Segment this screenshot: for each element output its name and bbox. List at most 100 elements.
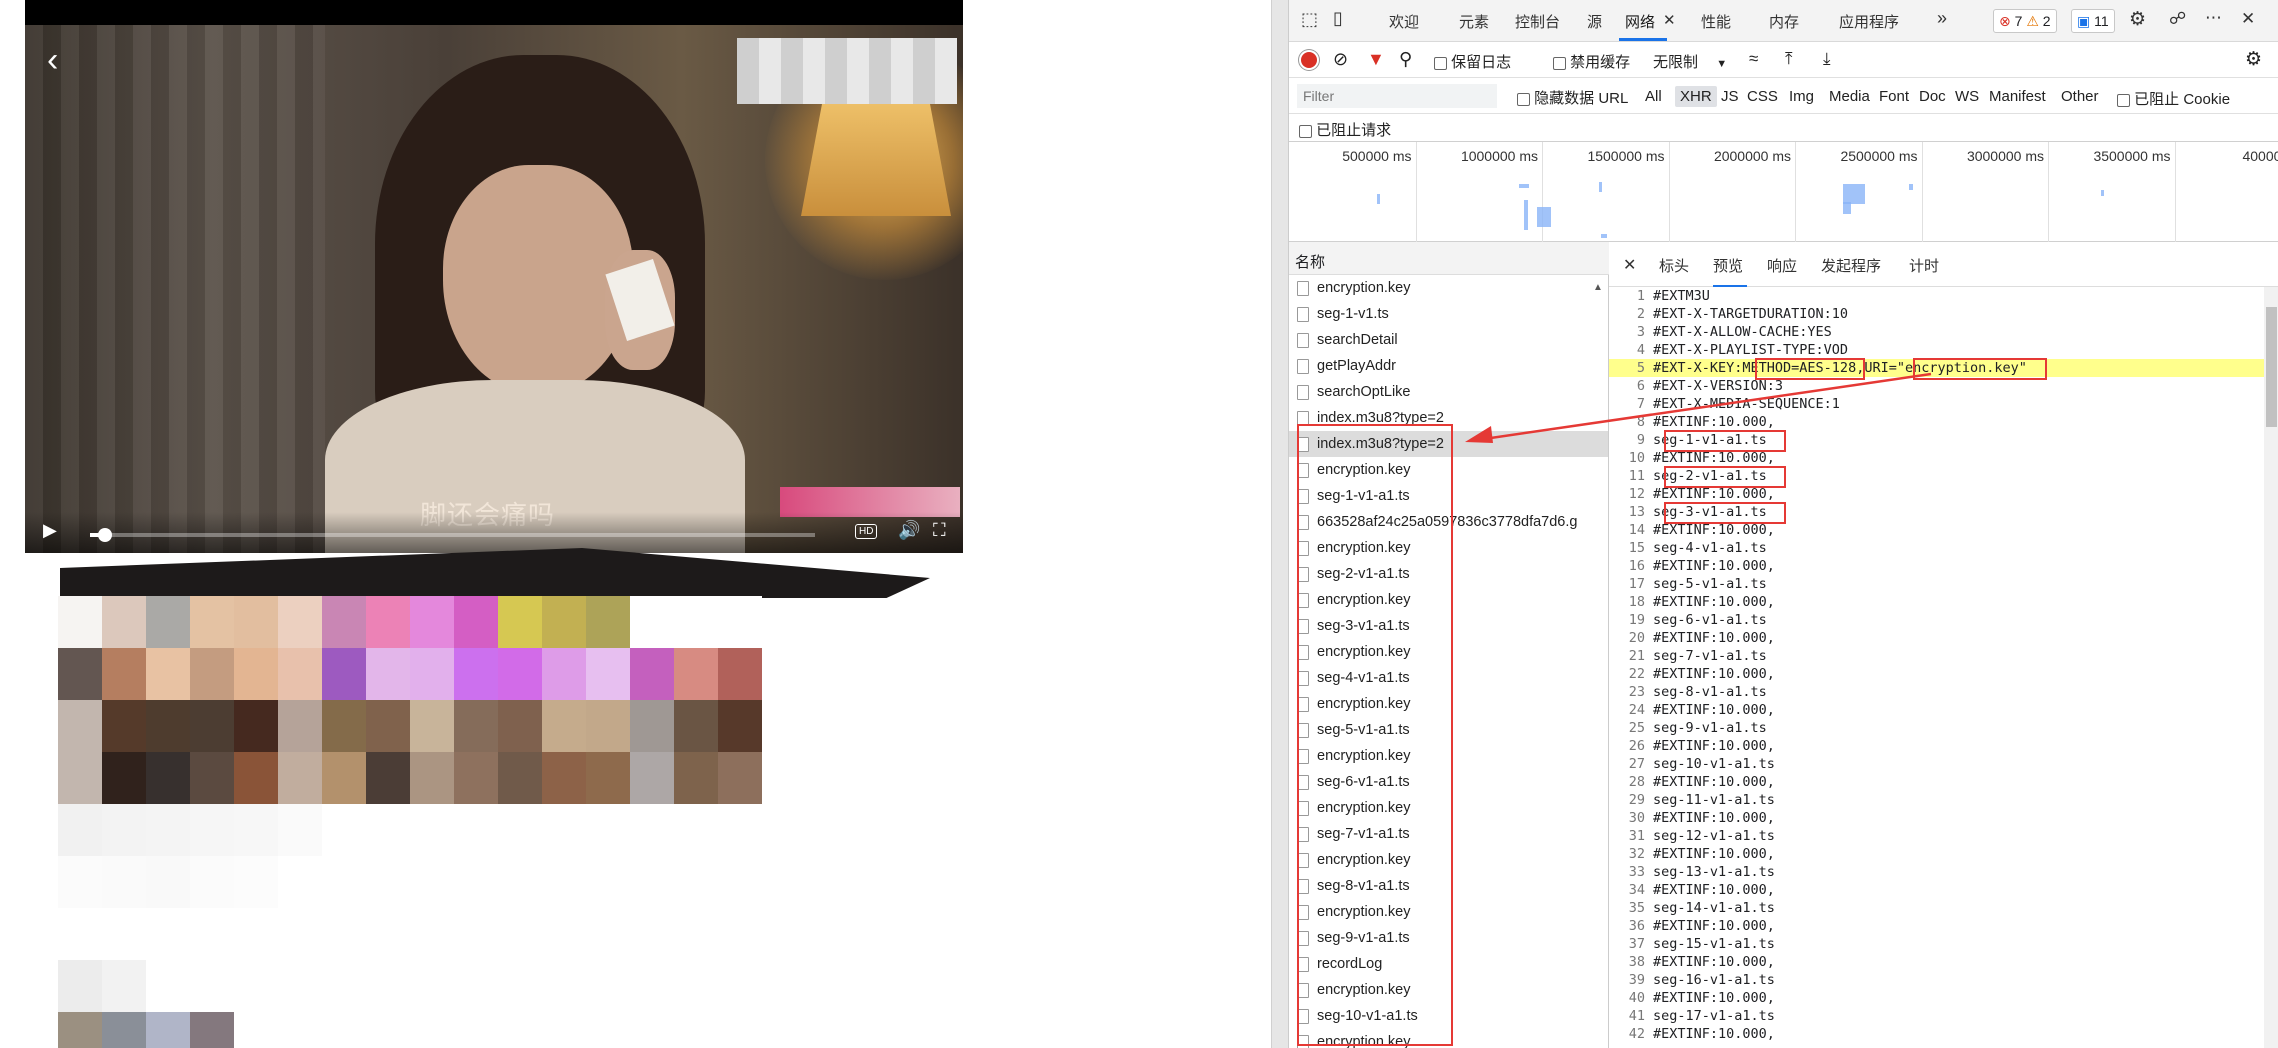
code-line: 22 #EXTINF:10.000, [1609,665,2278,683]
blocked-requests-label: 已阻止请求 [1316,122,1392,139]
progress-knob[interactable] [97,528,112,542]
pixel-cell [278,752,322,804]
timeline-activity-mark [1843,202,1851,214]
type-filter-media[interactable]: Media [1829,88,1870,105]
filter-input[interactable]: Filter [1297,84,1497,108]
play-icon[interactable]: ▶ [43,520,57,541]
requests-header[interactable]: 名称 [1289,242,1609,275]
request-row[interactable]: seg-1-v1.ts [1289,301,1608,327]
request-row[interactable]: searchDetail [1289,327,1608,353]
pixel-cell [102,908,146,960]
pixel-cell [454,960,498,1012]
fullscreen-icon[interactable]: ⛶ [933,520,946,541]
type-filter-other[interactable]: Other [2061,88,2099,105]
hide-data-urls-checkbox[interactable]: 隐藏数据 URL [1517,87,1628,108]
blocked-requests-box[interactable] [1299,124,1312,138]
type-filter-doc[interactable]: Doc [1919,88,1946,105]
blocked-cookies-checkbox[interactable]: 已阻止 Cookie [2117,88,2230,109]
detail-tab-preview[interactable]: 预览 [1713,255,1743,276]
pixel-cell [454,648,498,700]
type-filter-css[interactable]: CSS [1747,88,1778,105]
request-row[interactable]: encryption.key [1289,275,1608,301]
filter-icon[interactable]: ▼ [1367,49,1385,70]
close-detail-icon[interactable]: ✕ [1623,255,1636,275]
file-icon [1297,307,1309,322]
detail-tab-initiator[interactable]: 发起程序 [1821,255,1881,276]
detail-tab-response[interactable]: 响应 [1767,255,1797,276]
tab-welcome[interactable]: 欢迎 [1389,11,1419,32]
code-line: 27 seg-10-v1-a1.ts [1609,755,2278,773]
export-har-icon[interactable]: ⤓ [1823,49,1831,69]
close-tab-icon[interactable]: ✕ [1663,11,1676,29]
pixel-cell [322,908,366,960]
hd-toggle[interactable]: HD [855,524,878,539]
pixel-cell [718,960,762,1012]
record-icon[interactable] [1301,52,1317,68]
disable-cache-checkbox[interactable]: 禁用缓存 [1553,51,1630,72]
import-har-icon[interactable]: ⤒ [1785,49,1793,69]
blocked-requests-checkbox[interactable]: 已阻止请求 [1299,119,1391,140]
type-filter-img[interactable]: Img [1789,88,1814,105]
throttle-select[interactable]: 无限制 ▼ [1653,51,1727,72]
pixel-cell [102,804,146,856]
pixel-cell [718,1012,762,1048]
type-filter-font[interactable]: Font [1879,88,1909,105]
volume-icon[interactable]: 🔊 [898,520,920,541]
type-filter-all[interactable]: All [1645,88,1662,105]
pixel-cell [542,1012,586,1048]
tab-performance[interactable]: 性能 [1701,11,1731,32]
issues-badge[interactable]: ⊗ 7 ⚠ 2 [1993,9,2057,33]
back-arrow-icon[interactable]: ‹ [47,40,58,80]
messages-badge[interactable]: ▣ 11 [2071,9,2115,33]
timeline-overview[interactable]: 500000 ms 1000000 ms 1500000 ms 2000000 ms 2… [1289,142,2278,242]
line-number: 22 [1628,666,1645,682]
network-settings-icon[interactable]: ⚙ [2245,48,2262,71]
preserve-log-checkbox[interactable]: 保留日志 [1434,51,1511,72]
pixel-cell [322,1012,366,1048]
search-icon[interactable]: ⚲ [1399,49,1412,70]
close-devtools-icon[interactable]: ✕ [2241,9,2255,29]
type-filter-ws[interactable]: WS [1955,88,1979,105]
tab-memory[interactable]: 内存 [1769,11,1799,32]
settings-icon[interactable]: ⚙ [2129,8,2146,31]
pixel-cell [542,804,586,856]
type-filter-js[interactable]: JS [1721,88,1739,105]
more-options-icon[interactable]: ⋯ [2205,8,2222,28]
preview-scrollbar[interactable] [2264,287,2278,1048]
pixel-cell [674,908,718,960]
line-text: #EXTINF:10.000, [1653,594,1775,610]
video-player[interactable]: ‹ 脚还会痛吗 ▶ HD 🔊 ⛶ [25,0,963,553]
hide-data-urls-box[interactable] [1517,92,1530,106]
detail-tab-headers[interactable]: 标头 [1659,255,1689,276]
inspect-icon[interactable]: ⬚ [1301,9,1318,30]
detail-tab-timing[interactable]: 计时 [1909,255,1939,276]
pixel-cell [586,596,630,648]
request-name: encryption.key [1317,280,1411,296]
device-toolbar-icon[interactable]: ▯ [1333,8,1343,29]
pixel-cell [410,700,454,752]
disable-cache-box[interactable] [1553,56,1566,70]
tab-network[interactable]: 网络 [1625,11,1655,32]
type-filter-manifest[interactable]: Manifest [1989,88,2046,105]
line-text: seg-9-v1-a1.ts [1653,720,1767,736]
panel-divider[interactable] [1271,0,1288,1048]
preserve-log-box[interactable] [1434,56,1447,70]
tab-elements[interactable]: 元素 [1459,11,1489,32]
tab-application[interactable]: 应用程序 [1839,11,1899,32]
progress-bar[interactable] [90,528,815,542]
tab-console[interactable]: 控制台 [1515,11,1560,32]
pixel-cell [102,856,146,908]
customize-icon[interactable]: ☍ [2169,9,2186,29]
line-number: 30 [1628,810,1645,826]
wifi-icon[interactable]: ≈ [1749,49,1758,69]
pixel-cell [498,856,542,908]
preview-scroll-thumb[interactable] [2266,307,2277,427]
clear-icon[interactable]: ⊘ [1333,49,1348,70]
pixel-cell [586,804,630,856]
blurred-strip [60,548,930,598]
scroll-up-icon[interactable]: ▲ [1593,282,1603,293]
blocked-cookies-box[interactable] [2117,93,2130,107]
type-filter-xhr[interactable]: XHR [1675,86,1717,107]
tab-sources[interactable]: 源 [1587,11,1602,32]
more-tabs-icon[interactable]: » [1937,8,1947,29]
